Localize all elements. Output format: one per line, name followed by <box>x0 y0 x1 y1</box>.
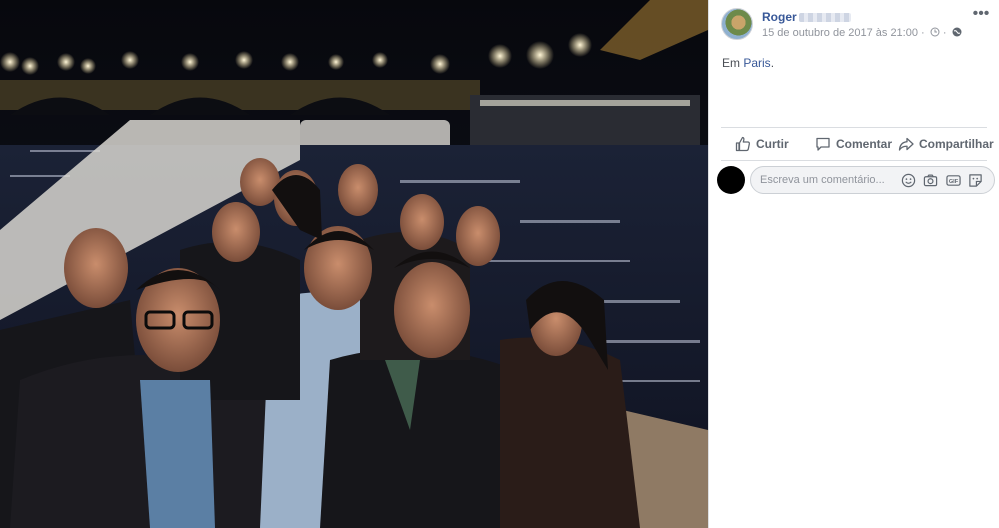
timestamp-text[interactable]: 15 de outubro de 2017 às 21:00 · <box>762 27 928 39</box>
blurred-surname <box>798 13 851 23</box>
group-selfie-photo <box>0 0 708 528</box>
speech-bubble-icon <box>816 137 830 151</box>
post-photo[interactable] <box>0 0 708 528</box>
post-side-panel: Roger 15 de outubro de 2017 às 21:00 · ·… <box>708 0 999 528</box>
clock-icon <box>930 27 940 37</box>
post-timestamp[interactable]: 15 de outubro de 2017 às 21:00 · · <box>762 27 962 39</box>
share-arrow-icon <box>898 137 914 151</box>
comment-input[interactable] <box>760 172 900 188</box>
post-text: Em Paris. <box>722 56 774 70</box>
camera-icon[interactable] <box>923 173 938 188</box>
globe-icon[interactable] <box>952 27 962 37</box>
divider <box>721 160 987 161</box>
comment-button[interactable]: Comentar <box>815 136 892 152</box>
thumbs-up-icon <box>735 136 750 152</box>
divider <box>721 127 987 128</box>
smiley-icon[interactable] <box>901 173 916 188</box>
post-actions-bar: Curtir Comentar Compartilhar <box>721 130 994 158</box>
post-text-suffix: . <box>770 56 775 70</box>
gif-icon[interactable]: GIF <box>946 173 961 188</box>
comment-box[interactable]: GIF <box>750 166 995 194</box>
share-label: Compartilhar <box>919 137 994 151</box>
like-label: Curtir <box>756 137 789 151</box>
author-avatar[interactable] <box>721 8 753 40</box>
post-text-prefix: Em <box>722 56 744 70</box>
share-button[interactable]: Compartilhar <box>898 136 994 152</box>
comment-label: Comentar <box>836 137 893 151</box>
sticker-icon[interactable] <box>968 173 983 188</box>
svg-text:GIF: GIF <box>949 179 959 185</box>
like-button[interactable]: Curtir <box>735 136 789 152</box>
author-name-link[interactable]: Roger <box>762 10 851 24</box>
author-first-name[interactable]: Roger <box>762 10 797 24</box>
more-options-button[interactable]: ••• <box>970 6 992 24</box>
post-header: Roger 15 de outubro de 2017 às 21:00 · ·… <box>721 6 996 44</box>
viewer-avatar[interactable] <box>717 166 745 194</box>
place-link[interactable]: Paris <box>743 56 770 70</box>
comment-composer: GIF <box>717 166 995 196</box>
